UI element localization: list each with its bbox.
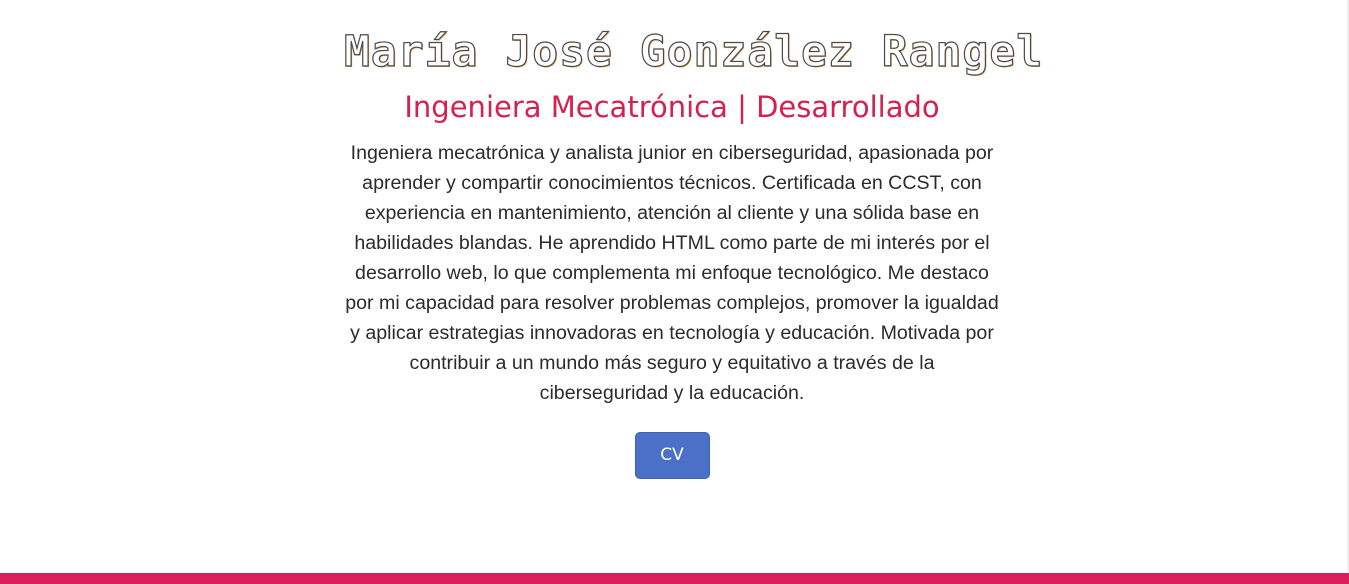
footer-bar xyxy=(0,573,1349,584)
profile-role: Ingeniera Mecatrónica | Desarrollado xyxy=(404,90,940,124)
hero-section: María José González Rangel Ingeniera Mec… xyxy=(343,24,1044,479)
profile-name: María José González Rangel xyxy=(343,26,1044,77)
cv-button[interactable]: CV xyxy=(634,432,710,479)
profile-bio: Ingeniera mecatrónica y analista junior … xyxy=(345,142,999,404)
